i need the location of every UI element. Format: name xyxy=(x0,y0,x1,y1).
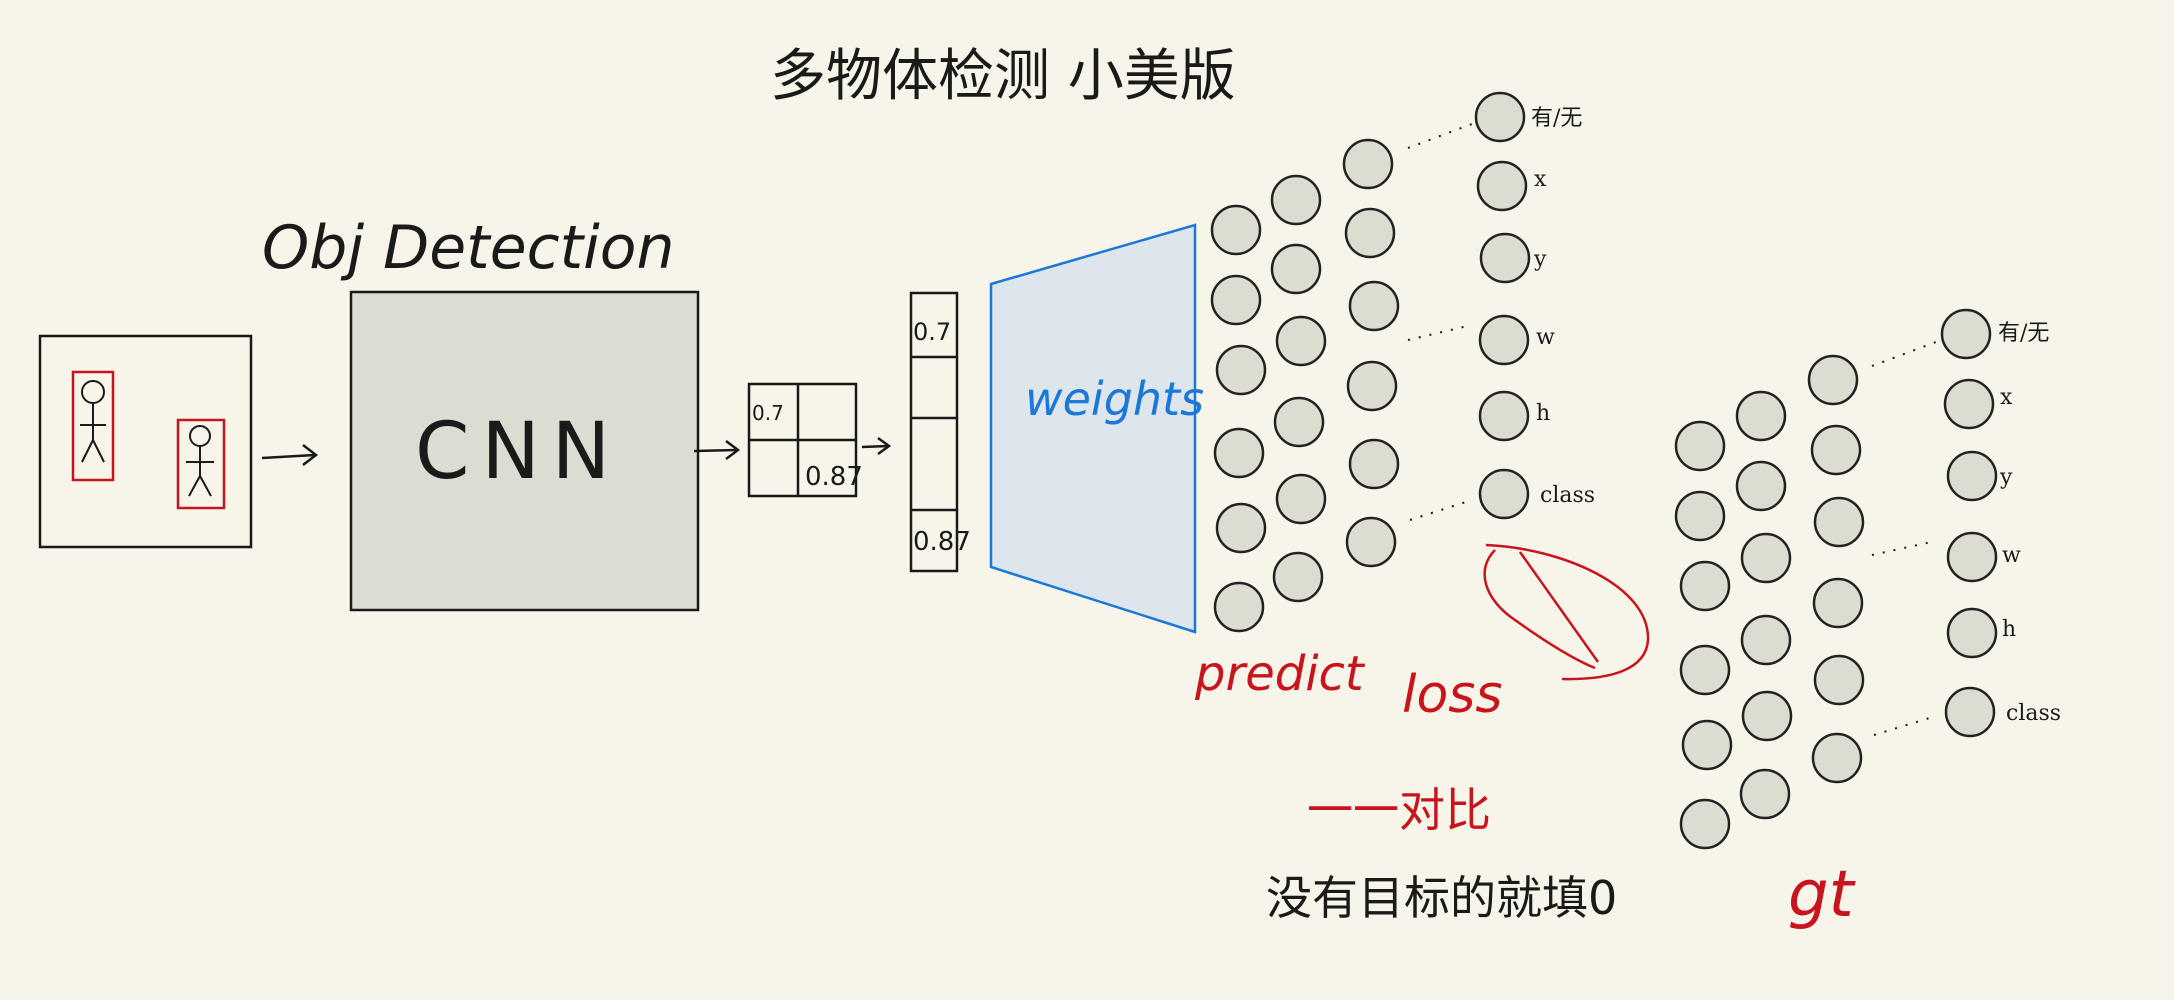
person-figure-right xyxy=(186,425,214,497)
gt-label-x: x xyxy=(2000,385,2013,410)
gt-label: gt xyxy=(1788,858,1857,932)
predict-label-class: class xyxy=(1540,483,1595,508)
arrow-cnn-to-grid xyxy=(693,440,741,460)
diagram-subtitle: Obj Detection xyxy=(262,213,675,283)
loss-label: loss xyxy=(1402,665,1502,725)
predict-label-objectness: 有/无 xyxy=(1531,106,1582,131)
predict-label-w: w xyxy=(1536,325,1555,350)
gt-label-h: h xyxy=(2002,617,2016,642)
fill-note: 没有目标的就填0 xyxy=(1266,871,1617,925)
predict-output-labels: 有/无 x y w h class xyxy=(1531,106,1595,508)
grid-value-bottom-right: 0.87 xyxy=(805,462,863,492)
cnn-label: CNN xyxy=(415,407,622,497)
weights-trapezoid xyxy=(989,223,1197,634)
loss-compare-arrow xyxy=(1483,543,1650,681)
arrow-grid-to-vector xyxy=(861,436,892,456)
diagram-title: 多物体检测 小美版 xyxy=(770,44,1236,109)
predict-label-h: h xyxy=(1536,401,1550,426)
gt-label-y: y xyxy=(1999,465,2013,490)
gt-label-objectness: 有/无 xyxy=(1998,321,2049,346)
vector-value-bottom: 0.87 xyxy=(913,527,971,557)
compare-note: 一一对比 xyxy=(1307,783,1491,837)
gt-network xyxy=(1674,308,1998,850)
input-image xyxy=(38,334,253,549)
predict-label-x: x xyxy=(1534,167,1547,192)
gt-label-class: class xyxy=(2006,701,2061,726)
diagram-canvas: 多物体检测 小美版 Obj Detection CNN 0.7 0.87 0.7… xyxy=(38,44,2061,932)
arrow-input-to-cnn xyxy=(261,444,319,466)
gt-output-labels: 有/无 x y w h class xyxy=(1998,321,2061,726)
predict-label: predict xyxy=(1194,646,1366,702)
gt-label-w: w xyxy=(2002,543,2021,568)
weights-label: weights xyxy=(1025,372,1204,426)
predict-network xyxy=(1210,91,1531,633)
predict-label-y: y xyxy=(1533,247,1547,272)
grid-value-top-left: 0.7 xyxy=(752,401,784,425)
vector-value-top: 0.7 xyxy=(913,318,951,346)
person-figure-left xyxy=(80,380,106,463)
